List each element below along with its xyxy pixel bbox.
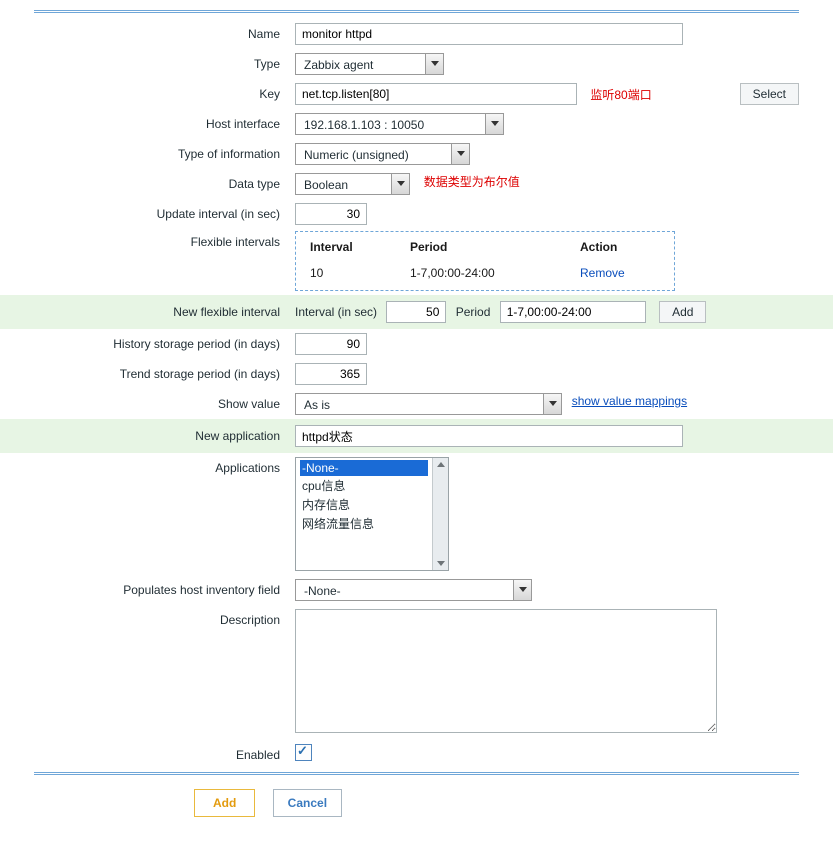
cancel-button[interactable]: Cancel [273, 789, 342, 817]
key-annotation: 监听80端口 [590, 86, 651, 103]
host-interface-value: 192.168.1.103 : 10050 [296, 114, 482, 134]
flexible-intervals-table: Interval Period Action 10 1-7,00:00-24:0… [295, 231, 675, 291]
type-select-value: Zabbix agent [296, 54, 422, 74]
remove-link[interactable]: Remove [580, 266, 625, 280]
scrollbar[interactable] [432, 458, 448, 570]
list-item[interactable]: 网络流量信息 [300, 514, 428, 533]
label-data-type: Data type [0, 173, 295, 191]
submit-button[interactable]: Add [194, 789, 255, 817]
chevron-down-icon [485, 114, 503, 134]
form-footer: Add Cancel [0, 789, 833, 817]
list-item[interactable]: cpu信息 [300, 476, 428, 495]
chevron-down-icon [391, 174, 409, 194]
label-applications: Applications [0, 457, 295, 475]
update-interval-input[interactable] [295, 203, 367, 225]
list-item[interactable]: -None- [300, 460, 428, 476]
type-of-info-value: Numeric (unsigned) [296, 144, 448, 164]
label-host-interface: Host interface [0, 113, 295, 131]
list-item[interactable]: 内存信息 [300, 495, 428, 514]
populates-inv-select[interactable]: -None- [295, 579, 532, 601]
new-interval-sec-label: Interval (in sec) [295, 305, 383, 319]
type-select[interactable]: Zabbix agent [295, 53, 444, 75]
add-interval-button[interactable]: Add [659, 301, 706, 323]
label-new-application: New application [0, 425, 295, 443]
label-enabled: Enabled [0, 744, 295, 762]
label-populates-inv: Populates host inventory field [0, 579, 295, 597]
populates-inv-value: -None- [296, 580, 510, 600]
bottom-divider [34, 772, 799, 775]
show-value-value: As is [296, 394, 540, 414]
chevron-down-icon [425, 54, 443, 74]
col-period-header: Period [410, 240, 580, 254]
item-form: Name Type Zabbix agent Key 监听80端口 Select… [0, 19, 833, 768]
new-interval-period-label: Period [450, 305, 497, 319]
label-name: Name [0, 23, 295, 41]
history-input[interactable] [295, 333, 367, 355]
col-interval-header: Interval [310, 240, 410, 254]
host-interface-select[interactable]: 192.168.1.103 : 10050 [295, 113, 504, 135]
cell-period: 1-7,00:00-24:00 [410, 266, 580, 280]
key-select-button[interactable]: Select [740, 83, 799, 105]
label-history: History storage period (in days) [0, 333, 295, 351]
label-key: Key [0, 83, 295, 101]
name-input[interactable] [295, 23, 683, 45]
show-value-mappings-link[interactable]: show value mappings [572, 394, 687, 408]
enabled-checkbox[interactable] [295, 744, 312, 761]
chevron-down-icon [451, 144, 469, 164]
chevron-down-icon [543, 394, 561, 414]
data-type-annotation: 数据类型为布尔值 [424, 173, 520, 190]
label-show-value: Show value [0, 393, 295, 411]
key-input[interactable] [295, 83, 577, 105]
show-value-select[interactable]: As is [295, 393, 562, 415]
new-application-input[interactable] [295, 425, 683, 447]
data-type-value: Boolean [296, 174, 388, 194]
new-interval-sec-input[interactable] [386, 301, 446, 323]
top-divider [34, 10, 799, 13]
col-action-header: Action [580, 240, 660, 254]
label-new-flexible-interval: New flexible interval [0, 301, 295, 319]
label-flexible-intervals: Flexible intervals [0, 231, 295, 249]
description-textarea[interactable] [295, 609, 717, 733]
trend-input[interactable] [295, 363, 367, 385]
label-description: Description [0, 609, 295, 627]
label-trend: Trend storage period (in days) [0, 363, 295, 381]
label-type: Type [0, 53, 295, 71]
label-update-interval: Update interval (in sec) [0, 203, 295, 221]
table-row: 10 1-7,00:00-24:00 Remove [310, 262, 660, 280]
applications-listbox[interactable]: -None- cpu信息 内存信息 网络流量信息 [295, 457, 449, 571]
cell-interval: 10 [310, 266, 410, 280]
type-of-info-select[interactable]: Numeric (unsigned) [295, 143, 470, 165]
label-type-of-info: Type of information [0, 143, 295, 161]
data-type-select[interactable]: Boolean [295, 173, 410, 195]
chevron-down-icon [513, 580, 531, 600]
new-interval-period-input[interactable] [500, 301, 646, 323]
